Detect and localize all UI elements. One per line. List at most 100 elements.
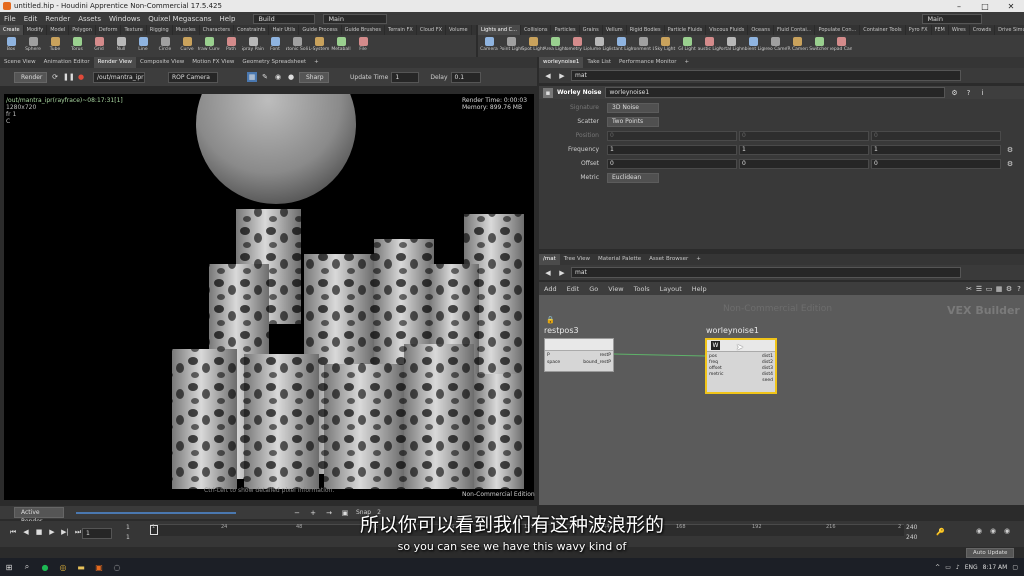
menu-edit[interactable]: Edit [20,15,42,23]
shelf-tab-cloud-fx[interactable]: Cloud FX [417,25,447,35]
node-name-field[interactable]: worleynoise1 [605,87,946,98]
shelf-tool-null[interactable]: Null [110,35,132,57]
shelf-tab-characters[interactable]: Characters [200,25,234,35]
gear-icon[interactable]: ⚙ [949,88,959,98]
update-time-field[interactable]: 1 [391,71,420,83]
volume-icon[interactable]: ♪ [956,564,960,571]
lock-icon[interactable]: 🔒 [546,316,555,324]
shelf-tool-sky-light[interactable]: Sky Light [654,35,676,57]
network-icon[interactable]: ▭ [945,564,951,571]
help-icon[interactable]: ? [1014,284,1024,294]
add-tab-icon[interactable]: + [681,57,694,68]
shelf-tool-ambient-light[interactable]: Ambient Light [742,35,764,57]
output-port-seed[interactable]: seed [762,378,773,383]
output-port-dist4[interactable]: dist4 [762,372,773,377]
shelf-tab-model[interactable]: Model [47,25,70,35]
net-menu-tools[interactable]: Tools [629,285,655,293]
desktop-build-select[interactable]: Build [253,13,316,24]
tab-asset-browser[interactable]: Asset Browser [645,254,692,265]
shelf-tool-metaball[interactable]: Metaball [330,35,352,57]
shelf-tab-oceans[interactable]: Oceans [748,25,774,35]
frequency-y-field[interactable]: 1 [739,144,869,155]
input-port-pos[interactable]: pos [709,354,717,359]
shelf-tool-stereo-camera[interactable]: Stereo Camera [764,35,786,57]
channel-gear-icon[interactable]: ⚙ [1005,159,1015,169]
shelf-tab-particle-fluids[interactable]: Particle Fluids [665,25,707,35]
tab-worleynoise1[interactable]: worleynoise1 [539,57,584,68]
shelf-tool-sphere[interactable]: Sphere [22,35,44,57]
shelf-tab-particles[interactable]: Particles [551,25,580,35]
shelf-tab-drive-simula[interactable]: Drive Simula... [995,25,1024,35]
shelf-tool-switcher[interactable]: Switcher [808,35,830,57]
shelf-tab-terrain-fx[interactable]: Terrain FX [385,25,417,35]
grid-icon[interactable]: ▦ [247,72,257,82]
channel-gear-icon[interactable]: ⚙ [1005,145,1015,155]
clock[interactable]: 8:17 AM [983,564,1008,571]
shelf-tool-grid[interactable]: Grid [88,35,110,57]
offset-z-field[interactable]: 0 [871,158,1001,169]
sharp-select[interactable]: Sharp [299,71,329,83]
frequency-z-field[interactable]: 1 [871,144,1001,155]
menu-file[interactable]: File [0,15,20,23]
shelf-tool-file[interactable]: File [352,35,374,57]
list-icon[interactable]: ☰ [974,284,984,294]
shelf-tool-curve[interactable]: Curve [176,35,198,57]
tab-motion-fx-view[interactable]: Motion FX View [188,57,238,68]
render-viewport[interactable] [4,94,534,500]
shelf-tool-platonic-solids[interactable]: Platonic Solids [286,35,308,57]
shelf-tool-font[interactable]: Font [264,35,286,57]
input-port-space[interactable]: space [547,360,560,365]
tab-mat[interactable]: /mat [539,254,560,265]
shelf-tool-distant-light[interactable]: Distant Light [610,35,632,57]
windows-start-icon[interactable]: ⊞ [0,558,18,576]
shelf-tool-gi-light[interactable]: GI Light [676,35,698,57]
offset-x-field[interactable]: 0 [607,158,737,169]
shelf-tab-polygon[interactable]: Polygon [69,25,96,35]
help-icon[interactable]: ? [963,88,973,98]
node-restpos3[interactable]: P space restP bound_restP [544,338,614,372]
shelf-tab-rigging[interactable]: Rigging [147,25,173,35]
desktop-right-select[interactable]: Main [922,13,983,24]
maximize-button[interactable]: □ [972,2,998,11]
input-port-freq[interactable]: freq [709,360,718,365]
close-button[interactable]: ✕ [998,2,1024,11]
tab-animation-editor[interactable]: Animation Editor [40,57,94,68]
shelf-tool-vr-camera[interactable]: VR Camera [786,35,808,57]
shelf-tool-draw-curve[interactable]: Draw Curve [198,35,220,57]
shelf-tab-constraints[interactable]: Constraints [234,25,270,35]
tab-take-list[interactable]: Take List [583,57,615,68]
shelf-tab-container-tools[interactable]: Container Tools [860,25,906,35]
position-z-field[interactable]: 0 [871,130,1001,141]
app-icon[interactable]: ◌ [108,558,126,576]
output-port-dist1[interactable]: dist1 [762,354,773,359]
tab-geometry-spreadsheet[interactable]: Geometry Spreadsheet [238,57,310,68]
shelf-tool-environment-light[interactable]: Environment Light [632,35,654,57]
input-port-offset[interactable]: offset [709,366,722,371]
pause-icon[interactable]: ❚❚ [63,72,75,82]
add-tab-icon[interactable]: + [692,254,705,265]
shelf-tool-camera[interactable]: Camera [478,35,500,57]
camera-select[interactable]: ROP Camera [168,71,218,83]
shelf-tool-caustic-light[interactable]: Caustic Light [698,35,720,57]
signature-menu[interactable]: 3D Noise [607,102,659,113]
tab-scene-view[interactable]: Scene View [0,57,40,68]
shelf-tab-fluid-contai[interactable]: Fluid Contai... [774,25,816,35]
minimize-button[interactable]: – [946,2,972,11]
output-port-bound-restp[interactable]: bound_restP [583,360,611,365]
search-icon[interactable]: ⌕ [18,558,36,576]
shelf-tool-volume-light[interactable]: Volume Light [588,35,610,57]
shelf-tool-point-light[interactable]: Point Light [500,35,522,57]
shelf-tab-create[interactable]: Create [0,25,24,35]
tray-chevron-icon[interactable]: ^ [935,564,940,571]
menu-quixel[interactable]: Quixel Megascans [144,15,215,23]
output-path-field[interactable]: /out/mantra_ipr [93,71,145,83]
param-path-field[interactable]: mat [571,70,961,81]
tab-render-view[interactable]: Render View [93,57,137,68]
net-menu-view[interactable]: View [603,285,628,293]
shelf-tab-fem[interactable]: FEM [932,25,949,35]
menu-help[interactable]: Help [215,15,239,23]
shelf-tool-l-system[interactable]: L-System [308,35,330,57]
shelf-tool-portal-light[interactable]: Portal Light [720,35,742,57]
shelf-tab-modify[interactable]: Modify [24,25,48,35]
brush-icon[interactable]: ✎ [260,72,270,82]
